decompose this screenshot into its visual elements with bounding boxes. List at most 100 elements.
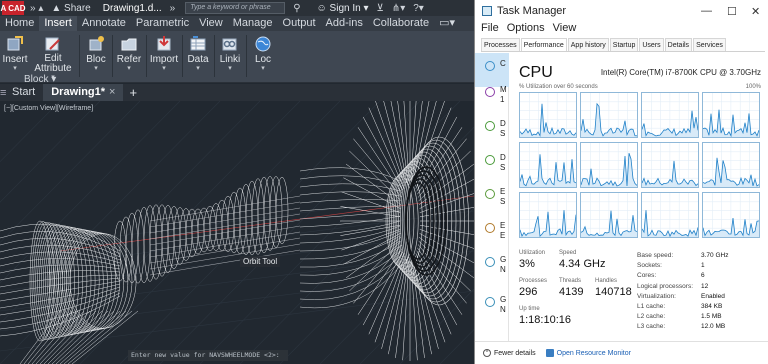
ribbon-panel: Insert ▾ Edit Attribute ▾ Bloc ▾ Refer ▾ (0, 31, 474, 85)
tab-annotate[interactable]: Annotate (77, 16, 131, 31)
spec-key: Logical processors: (637, 282, 693, 290)
cpu-graph-grid[interactable] (519, 92, 761, 238)
cpu-model: Intel(R) Core(TM) i7-8700K CPU @ 3.70GHz (600, 68, 761, 77)
threads-value: 4139 (559, 286, 584, 298)
spec-key: Virtualization: (637, 292, 676, 300)
spec-value: Enabled (701, 292, 725, 300)
connect-icon[interactable]: ⋔▾ (392, 3, 405, 14)
tab-startup[interactable]: Startup (609, 38, 639, 51)
reference-button[interactable]: Refer ▾ (114, 33, 144, 81)
sidebar-item-7[interactable]: GN (475, 289, 509, 323)
share-button[interactable]: ▲ Share (51, 3, 90, 14)
tab-users[interactable]: Users (639, 38, 664, 51)
spec-key: Base speed: (637, 252, 674, 259)
sidebar-item-label: E (500, 221, 506, 230)
task-manager-footer: ^ Fewer details Open Resource Monitor (475, 341, 768, 364)
tab-drawing1[interactable]: Drawing1* × (43, 84, 124, 101)
chevron-down-icon: ▾ (162, 65, 166, 72)
tab-parametric[interactable]: Parametric (131, 16, 194, 31)
spec-key: Cores: (637, 272, 657, 280)
sidebar-item-5[interactable]: EE (475, 215, 509, 249)
sidebar-item-label: M (500, 85, 507, 94)
logical-processor-graph (580, 142, 638, 188)
tab-processes[interactable]: Processes (481, 38, 520, 51)
chevron-down-icon: ▾ (228, 65, 232, 72)
spec-value: 3.70 GHz (701, 252, 729, 259)
logical-processor-graph (641, 192, 699, 238)
cart-icon[interactable]: ⊻ (377, 3, 384, 14)
menu-view[interactable]: View (553, 22, 577, 38)
handles-label: Handles (595, 278, 618, 284)
maximize-icon[interactable]: ☐ (727, 5, 737, 18)
quick-access-toolbar-icon[interactable]: » ▴ (30, 3, 43, 14)
linking-button[interactable]: Linki ▾ (216, 33, 244, 81)
tab-manage[interactable]: Manage (228, 16, 278, 31)
sidebar-item-6[interactable]: GN (475, 249, 509, 283)
sidebar-graph-icon (485, 87, 495, 97)
tab-collaborate[interactable]: Collaborate (368, 16, 434, 31)
close-icon[interactable]: ✕ (751, 5, 760, 18)
logical-processor-graph (702, 192, 760, 238)
tab-start[interactable]: Start (4, 84, 43, 101)
search-icon[interactable]: ⚲ (293, 3, 300, 14)
menu-options[interactable]: Options (507, 22, 545, 38)
ribbon-toggle-icon[interactable]: ▭▾ (434, 16, 460, 31)
menu-file[interactable]: File (481, 22, 499, 38)
handles-value: 140718 (595, 286, 632, 298)
tab-output[interactable]: Output (278, 16, 321, 31)
sidebar-graph-icon (485, 155, 495, 165)
tab-services[interactable]: Services (693, 38, 726, 51)
data-button[interactable]: Data ▾ (184, 33, 212, 81)
search-input[interactable]: Type a keyword or phrase (185, 2, 286, 14)
close-icon[interactable]: × (109, 86, 115, 98)
tab-home[interactable]: Home (0, 16, 39, 31)
sidebar-item-label: G (500, 295, 507, 304)
fewer-details-button[interactable]: ^ Fewer details (483, 349, 536, 357)
spec-value: 1 (701, 262, 705, 270)
search-expand-icon[interactable]: » (170, 3, 176, 14)
sidebar-item-1[interactable]: M1 (475, 79, 509, 113)
sign-in-button[interactable]: ☺ Sign In ▾ (317, 3, 369, 14)
tab-details[interactable]: Details (664, 38, 693, 51)
ribbon-tabs: Home Insert Annotate Parametric View Man… (0, 16, 474, 31)
chevron-down-icon: ▾ (261, 65, 265, 72)
fewer-details-label: Fewer details (494, 349, 536, 357)
sidebar-item-3[interactable]: DS (475, 147, 509, 181)
location-globe-icon (255, 36, 271, 52)
document-tabs: ≡ Start Drawing1* × + (0, 84, 474, 101)
chevron-down-icon: ▾ (196, 65, 200, 72)
viewport-controls-label[interactable]: [−][Custom View][Wireframe] (4, 105, 93, 112)
tab-app-history[interactable]: App history (567, 38, 609, 51)
open-resource-monitor-link[interactable]: Open Resource Monitor (545, 349, 631, 357)
autocad-window: A CAD » ▴ ▲ Share Drawing1.d... » Type a… (0, 0, 474, 364)
reference-icon (121, 38, 137, 51)
ribbon-separator (79, 35, 80, 77)
processes-label: Processes (519, 278, 548, 284)
chevron-down-icon: ▾ (94, 65, 98, 72)
sidebar-item-2[interactable]: DS (475, 113, 509, 147)
command-line[interactable]: Enter new value for NAVSWHEELMODE <2>: (128, 350, 288, 361)
tab-performance[interactable]: Performance (520, 38, 567, 51)
block-definition-label: Bloc (86, 54, 106, 65)
sidebar-item-sublabel: 1 (500, 95, 505, 104)
sidebar-item-label: C (500, 59, 506, 68)
sidebar-item-label: G (500, 255, 507, 264)
spec-value: 6 (701, 272, 705, 280)
ribbon-separator (146, 35, 147, 77)
block-definition-icon (89, 36, 104, 51)
sidebar-item-4[interactable]: ES (475, 181, 509, 215)
tab-view[interactable]: View (194, 16, 228, 31)
sidebar-graph-icon (485, 257, 495, 267)
drawing-viewport[interactable]: [−][Custom View][Wireframe] Orbit Tool E… (0, 101, 474, 364)
tab-add-ins[interactable]: Add-ins (321, 16, 368, 31)
new-tab-button[interactable]: + (129, 85, 137, 100)
minimize-icon[interactable]: — (701, 5, 712, 17)
autocad-logo[interactable]: A CAD (0, 1, 26, 15)
import-button[interactable]: Import ▾ (148, 33, 180, 81)
logical-processor-graph (702, 142, 760, 188)
tab-insert[interactable]: Insert (39, 16, 77, 31)
block-definition-button[interactable]: Bloc ▾ (82, 33, 110, 81)
location-button[interactable]: Loc ▾ (249, 33, 277, 81)
spec-key: L1 cache: (637, 303, 666, 310)
help-icon[interactable]: ?▾ (413, 3, 424, 14)
